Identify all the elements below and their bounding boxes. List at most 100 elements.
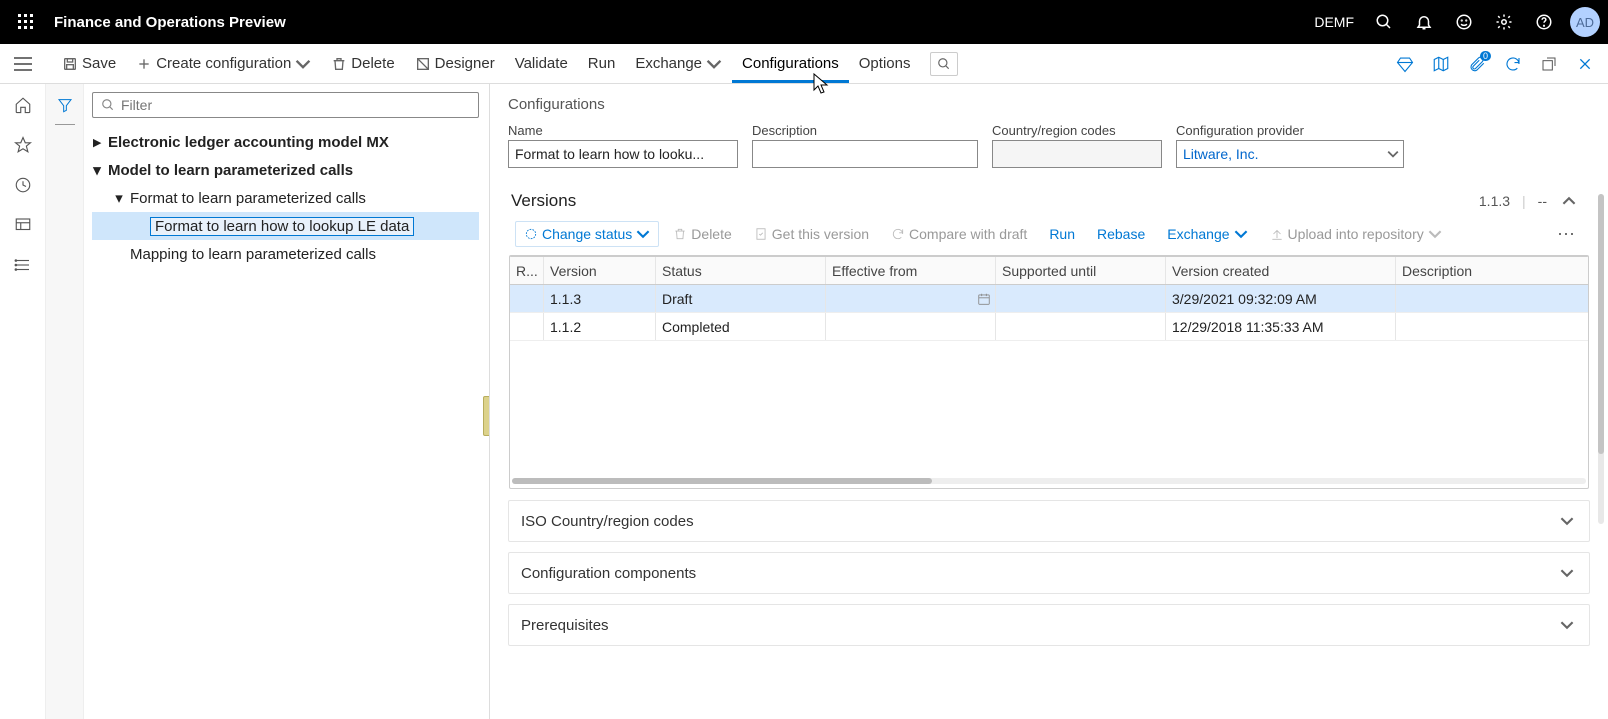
designer-button[interactable]: Designer <box>405 44 505 83</box>
bell-icon[interactable] <box>1404 0 1444 44</box>
page-search-button[interactable] <box>930 52 958 76</box>
tree-node-mapping-parameterized[interactable]: Mapping to learn parameterized calls <box>92 240 479 268</box>
validate-button[interactable]: Validate <box>505 44 578 83</box>
tree-label: Mapping to learn parameterized calls <box>130 246 376 263</box>
label-country: Country/region codes <box>992 123 1162 138</box>
header-fields: Name Format to learn how to looku... Des… <box>508 123 1590 168</box>
exchange-label: Exchange <box>635 55 702 72</box>
change-status-button[interactable]: Change status <box>515 221 659 247</box>
get-this-version-button: Get this version <box>746 222 877 246</box>
cell-description <box>1396 313 1516 340</box>
diamond-icon[interactable] <box>1388 47 1422 81</box>
label-description: Description <box>752 123 978 138</box>
configurations-tab[interactable]: Configurations <box>732 44 849 83</box>
cell-effective-from[interactable] <box>826 285 996 312</box>
section-prerequisites[interactable]: Prerequisites <box>508 604 1590 646</box>
tree-node-model-parameterized[interactable]: ▾ Model to learn parameterized calls <box>92 156 479 184</box>
components-title: Configuration components <box>521 565 696 582</box>
chevron-down-icon <box>1557 511 1577 531</box>
refresh-icon[interactable] <box>1496 47 1530 81</box>
help-icon[interactable] <box>1524 0 1564 44</box>
delete-label: Delete <box>351 55 394 72</box>
avatar[interactable]: AD <box>1570 7 1600 37</box>
content-scrollbar[interactable] <box>1592 96 1608 707</box>
run-button[interactable]: Run <box>578 44 626 83</box>
left-rail <box>0 84 46 719</box>
table-row[interactable]: 1.1.3 Draft 3/29/2021 09:32:09 AM <box>510 285 1588 313</box>
cell-supported-until <box>996 313 1166 340</box>
splitter-handle[interactable] <box>483 396 490 436</box>
tree-label: Electronic ledger accounting model MX <box>108 134 389 151</box>
tree-label: Format to learn parameterized calls <box>130 190 366 207</box>
version-run-button[interactable]: Run <box>1041 222 1083 246</box>
waffle-icon[interactable] <box>12 8 40 36</box>
versions-toolbar: Change status Delete Get this version Co… <box>509 217 1589 255</box>
close-icon[interactable] <box>1568 47 1602 81</box>
input-description[interactable] <box>752 140 978 168</box>
field-description: Description <box>752 123 978 168</box>
field-name: Name Format to learn how to looku... <box>508 123 738 168</box>
upload-into-repository-button: Upload into repository <box>1262 222 1450 246</box>
tree-panel: ▸ Electronic ledger accounting model MX … <box>84 84 490 719</box>
designer-label: Designer <box>435 55 495 72</box>
top-bar: Finance and Operations Preview DEMF AD <box>0 0 1608 44</box>
tree-filter-input[interactable] <box>121 97 470 113</box>
cell-status: Draft <box>656 285 826 312</box>
section-components[interactable]: Configuration components <box>508 552 1590 594</box>
gear-icon[interactable] <box>1484 0 1524 44</box>
input-country <box>992 140 1162 168</box>
map-icon[interactable] <box>1424 47 1458 81</box>
col-description[interactable]: Description <box>1396 257 1516 284</box>
exchange-button[interactable]: Exchange <box>625 44 732 83</box>
col-version-created[interactable]: Version created <box>1166 257 1396 284</box>
environment-label: DEMF <box>1314 14 1354 30</box>
cell-effective-from <box>826 313 996 340</box>
tree-filter-box[interactable] <box>92 92 479 118</box>
col-r[interactable]: R... <box>510 257 544 284</box>
attachments-icon[interactable]: 0 <box>1460 47 1494 81</box>
tree-node-ledger-mx[interactable]: ▸ Electronic ledger accounting model MX <box>92 128 479 156</box>
grid-hscroll[interactable] <box>510 474 1588 488</box>
clock-icon[interactable] <box>4 168 42 202</box>
chevron-up-icon[interactable] <box>1559 191 1579 211</box>
tree-node-format-lookup-le[interactable]: Format to learn how to lookup LE data <box>92 212 479 240</box>
col-supported-until[interactable]: Supported until <box>996 257 1166 284</box>
options-label: Options <box>859 55 911 72</box>
calendar-icon[interactable] <box>977 292 991 306</box>
cell-version: 1.1.2 <box>544 313 656 340</box>
funnel-icon[interactable] <box>50 90 80 120</box>
col-version[interactable]: Version <box>544 257 656 284</box>
tree-label: Model to learn parameterized calls <box>108 162 353 179</box>
version-exchange-button[interactable]: Exchange <box>1159 222 1255 246</box>
caret-down-icon: ▾ <box>92 161 102 179</box>
delete-button[interactable]: Delete <box>321 44 404 83</box>
cell-status: Completed <box>656 313 826 340</box>
versions-header[interactable]: Versions 1.1.3 | -- <box>509 183 1589 217</box>
section-iso[interactable]: ISO Country/region codes <box>508 500 1590 542</box>
save-button[interactable]: Save <box>52 44 126 83</box>
select-provider[interactable]: Litware, Inc. <box>1176 140 1404 168</box>
version-rebase-button[interactable]: Rebase <box>1089 222 1153 246</box>
star-icon[interactable] <box>4 128 42 162</box>
validate-label: Validate <box>515 55 568 72</box>
more-actions-icon[interactable]: ⋯ <box>1549 224 1583 245</box>
home-icon[interactable] <box>4 88 42 122</box>
modules-icon[interactable] <box>4 248 42 282</box>
compare-with-draft-button: Compare with draft <box>883 222 1035 246</box>
smile-icon[interactable] <box>1444 0 1484 44</box>
hamburger-icon[interactable] <box>0 57 46 71</box>
attachments-count: 0 <box>1480 51 1491 61</box>
content-pane: Configurations Name Format to learn how … <box>490 84 1608 719</box>
create-configuration-button[interactable]: Create configuration <box>126 44 321 83</box>
search-icon[interactable] <box>1364 0 1404 44</box>
table-row[interactable]: 1.1.2 Completed 12/29/2018 11:35:33 AM <box>510 313 1588 341</box>
options-button[interactable]: Options <box>849 44 921 83</box>
col-status[interactable]: Status <box>656 257 826 284</box>
input-name[interactable]: Format to learn how to looku... <box>508 140 738 168</box>
filter-divider <box>55 124 75 125</box>
popout-icon[interactable] <box>1532 47 1566 81</box>
workspace-icon[interactable] <box>4 208 42 242</box>
section-versions: Versions 1.1.3 | -- Change status Delete <box>508 182 1590 490</box>
tree-node-format-parameterized[interactable]: ▾ Format to learn parameterized calls <box>92 184 479 212</box>
col-effective-from[interactable]: Effective from <box>826 257 996 284</box>
